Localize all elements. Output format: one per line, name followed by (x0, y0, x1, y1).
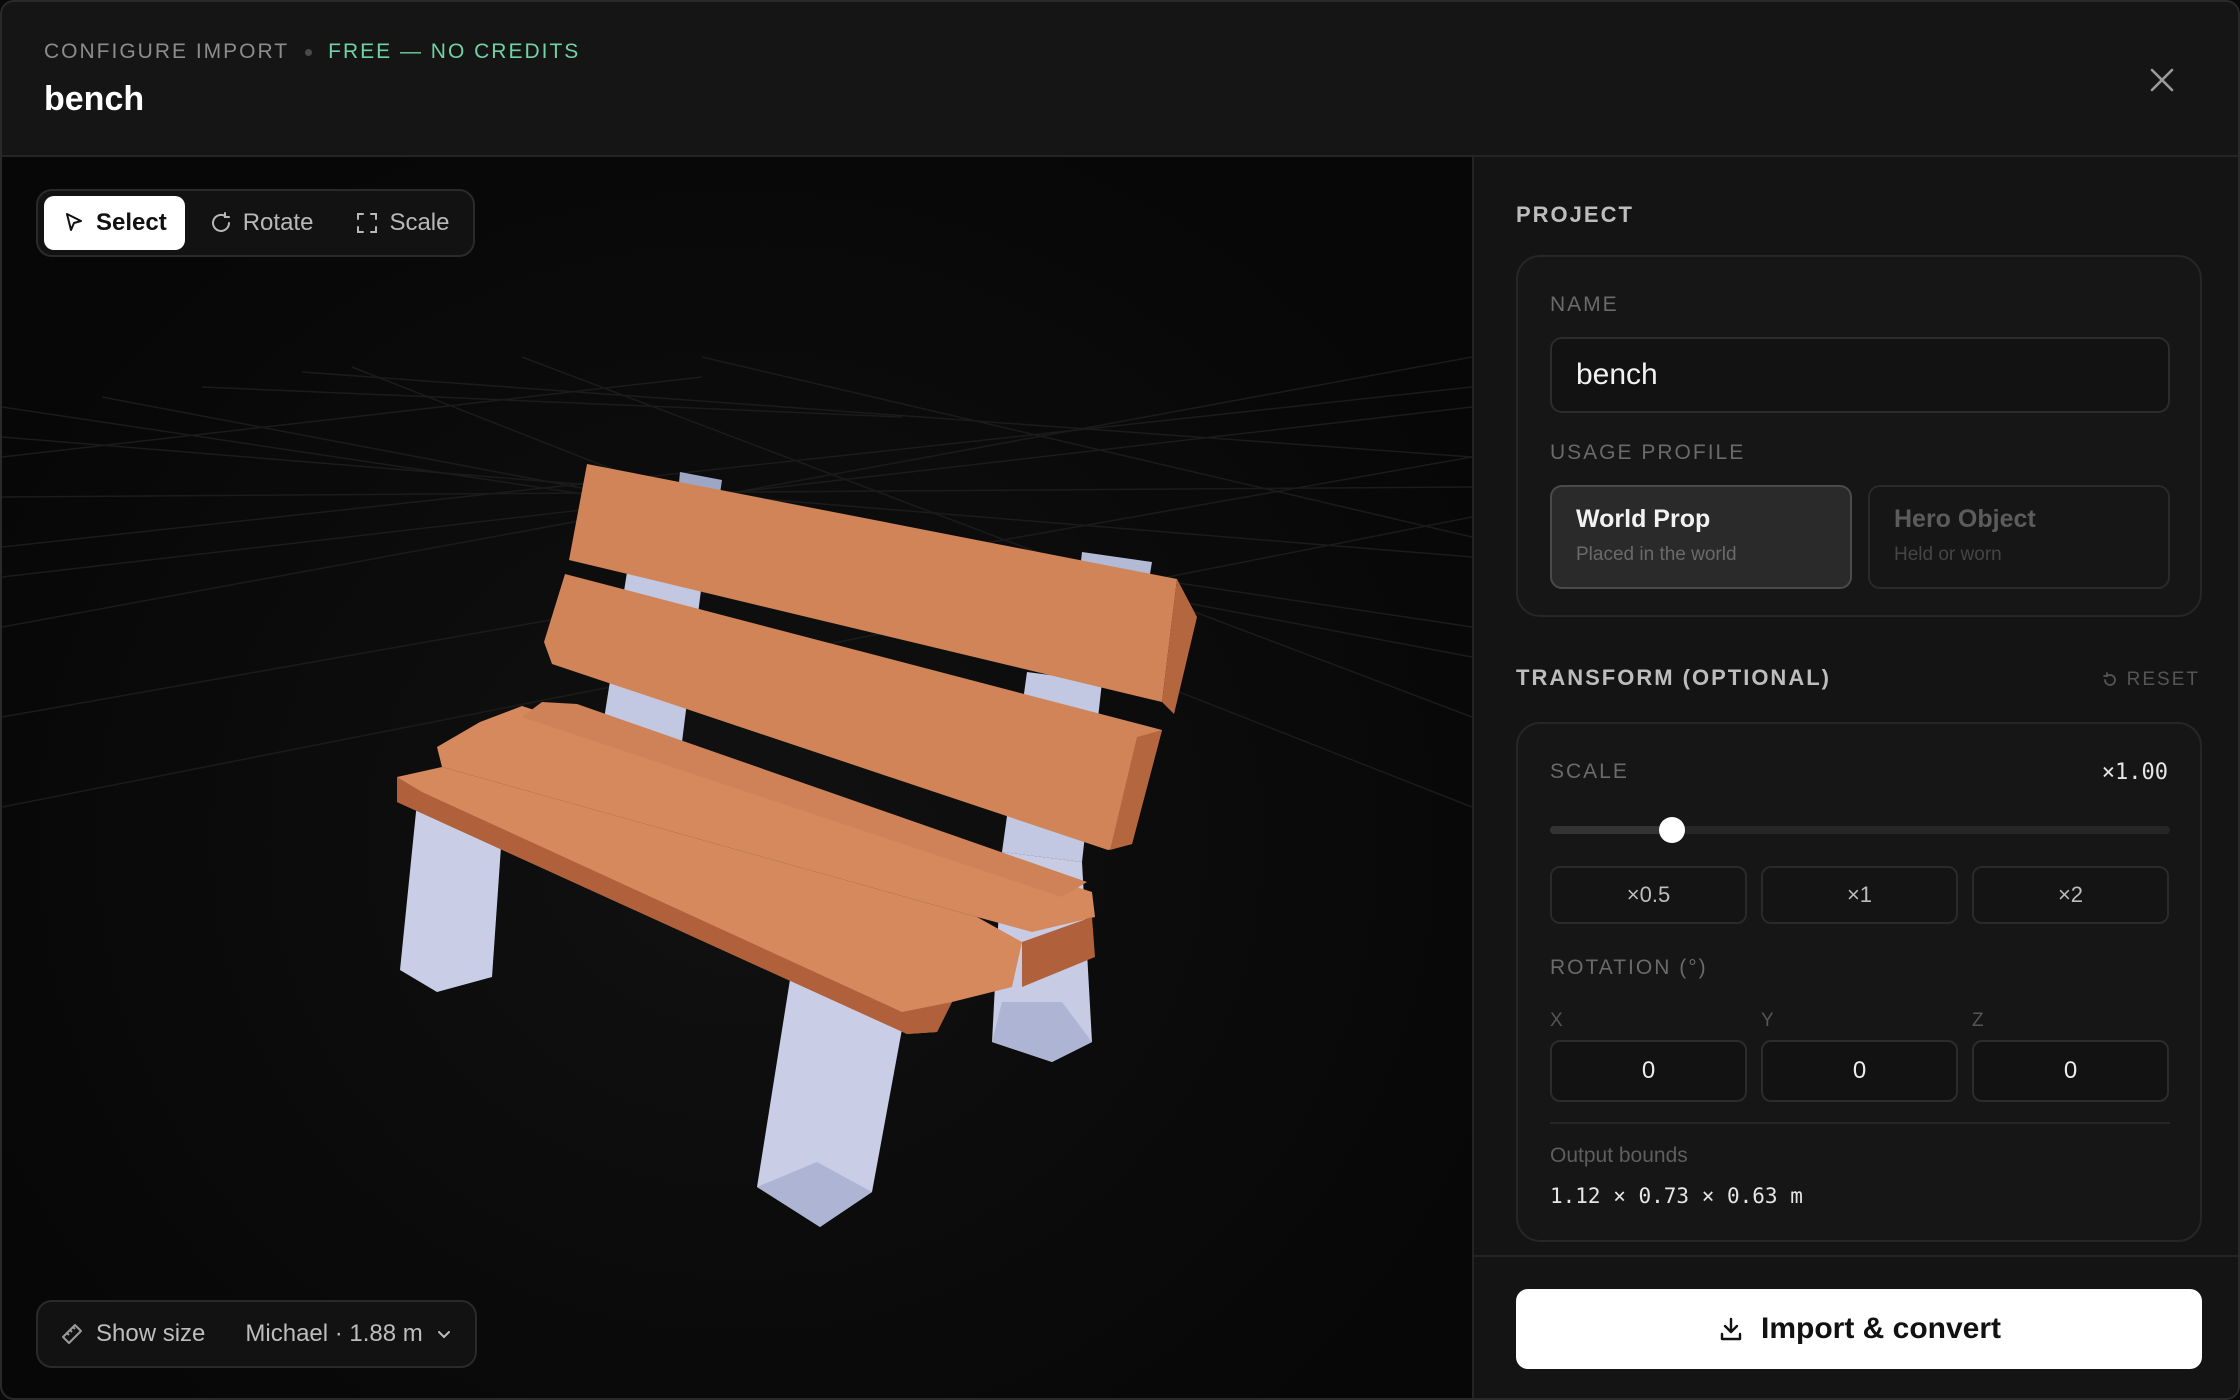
tool-rotate-label: Rotate (242, 209, 314, 236)
divider (1550, 1122, 2170, 1124)
chevron-down-icon (437, 1331, 450, 1339)
transform-toolbar: Select Rotate Scale (36, 189, 476, 257)
scale-preset-half[interactable]: ×0.5 (1550, 866, 1747, 924)
profile-world-prop-subtitle: Placed in the world (1576, 544, 1737, 565)
reference-select[interactable]: Michael · 1.88 m (245, 1320, 452, 1348)
tool-rotate[interactable]: Rotate (191, 196, 332, 250)
modal-header: CONFIGURE IMPORT FREE — NO CREDITS bench (2, 2, 2238, 157)
scale-preset-one[interactable]: ×1 (1761, 866, 1958, 924)
scale-slider-thumb[interactable] (1659, 817, 1686, 843)
tool-select-label: Select (96, 209, 167, 236)
import-convert-label: Import & convert (1760, 1312, 2002, 1345)
close-button[interactable] (2142, 60, 2182, 100)
rotation-y-label: Y (1761, 1010, 1774, 1031)
3d-viewport[interactable]: Select Rotate Scale Show size Michael · … (2, 157, 1472, 1400)
name-input[interactable] (1550, 337, 2170, 413)
rotation-z-input[interactable] (1972, 1040, 2169, 1102)
scale-slider-fill (1550, 826, 1673, 834)
eyebrow: CONFIGURE IMPORT FREE — NO CREDITS (44, 40, 580, 64)
separator-dot (305, 48, 313, 56)
page-title: bench (44, 80, 145, 118)
import-convert-button[interactable]: Import & convert (1516, 1289, 2202, 1369)
rotation-z-label: Z (1972, 1010, 1984, 1031)
ruler-icon (62, 1324, 82, 1344)
tool-scale-label: Scale (389, 209, 450, 236)
project-section-title: PROJECT (1516, 202, 1634, 227)
output-bounds-value: 1.12 × 0.73 × 0.63 m (1550, 1184, 1803, 1208)
settings-panel: PROJECT NAME USAGE PROFILE World Prop Pl… (1472, 157, 2238, 1398)
rotate-icon (211, 212, 230, 232)
panel-footer: Import & convert (1474, 1255, 2238, 1398)
profile-hero-object-subtitle: Held or worn (1894, 544, 2002, 565)
project-card: NAME USAGE PROFILE World Prop Placed in … (1516, 255, 2202, 617)
transform-card: SCALE ×1.00 ×0.5 ×1 ×2 ROTATION (°) X Y … (1516, 722, 2202, 1242)
show-size-toggle[interactable]: Show size (60, 1320, 205, 1348)
reset-label: RESET (2126, 669, 2200, 690)
profile-world-prop[interactable]: World Prop Placed in the world (1550, 485, 1852, 589)
scale-slider[interactable] (1550, 817, 2170, 843)
profile-hero-object[interactable]: Hero Object Held or worn (1868, 485, 2170, 589)
import-modal: CONFIGURE IMPORT FREE — NO CREDITS bench (0, 0, 2240, 1400)
rotation-x-label: X (1550, 1010, 1563, 1031)
free-badge: FREE — NO CREDITS (328, 40, 581, 63)
viewer-bottom-bar: Show size Michael · 1.88 m (36, 1300, 477, 1368)
rotation-label: ROTATION (°) (1550, 956, 1708, 979)
show-size-label: Show size (96, 1320, 206, 1347)
download-icon (1720, 1317, 1742, 1341)
tool-select[interactable]: Select (44, 196, 185, 250)
reset-icon (2102, 672, 2116, 686)
close-icon (2150, 68, 2174, 92)
scale-icon (357, 213, 378, 233)
eyebrow-label: CONFIGURE IMPORT (44, 40, 290, 63)
bench-model[interactable] (362, 447, 1222, 1400)
profile-world-prop-title: World Prop (1576, 505, 1711, 533)
cursor-icon (66, 213, 82, 231)
rotation-x-input[interactable] (1550, 1040, 1747, 1102)
scale-label: SCALE (1550, 760, 1629, 783)
name-label: NAME (1550, 293, 1619, 316)
reference-label: Michael · 1.88 m (245, 1320, 423, 1347)
profile-hero-object-title: Hero Object (1894, 505, 2036, 533)
output-bounds-label: Output bounds (1550, 1144, 1688, 1167)
scale-value: ×1.00 (2101, 760, 2168, 785)
scale-preset-two[interactable]: ×2 (1972, 866, 2169, 924)
rotation-y-input[interactable] (1761, 1040, 1958, 1102)
reset-button[interactable]: RESET (2101, 669, 2200, 691)
tool-scale[interactable]: Scale (337, 196, 467, 250)
transform-section-title: TRANSFORM (OPTIONAL) (1516, 665, 1831, 690)
usage-profile-label: USAGE PROFILE (1550, 441, 1746, 464)
